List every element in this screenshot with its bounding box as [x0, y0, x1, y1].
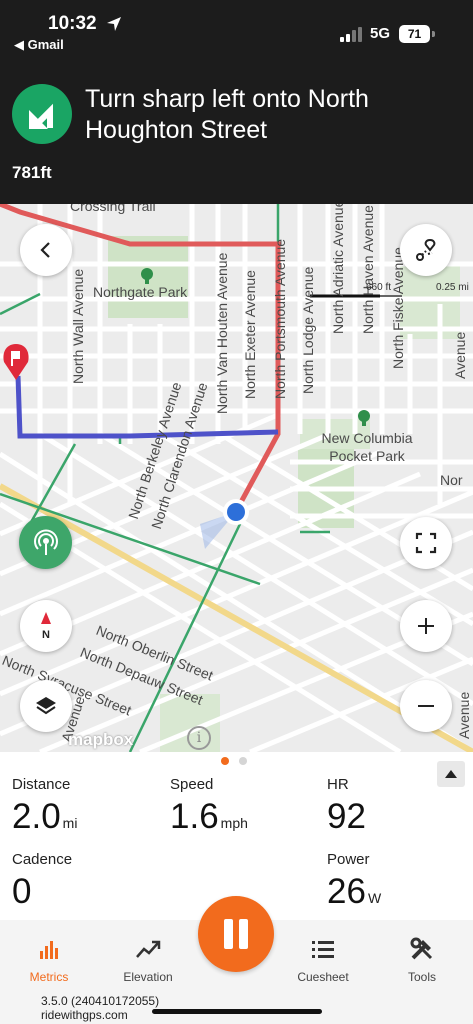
route-points-button[interactable]: [400, 224, 452, 276]
network-type: 5G: [370, 25, 391, 42]
website: ridewithgps.com: [41, 1008, 128, 1022]
metric-value: 0: [12, 872, 32, 911]
scale-feet: 660 ft: [366, 282, 392, 293]
zoom-out-button[interactable]: [400, 680, 452, 732]
home-indicator[interactable]: [152, 1009, 322, 1014]
version-number: 3.5.0 (240410172055): [41, 994, 160, 1008]
street-label: Avenue: [452, 331, 468, 379]
page-dot-active[interactable]: [221, 757, 229, 765]
layers-icon: [36, 697, 56, 715]
metric-unit: mi: [62, 815, 78, 831]
broadcast-icon: [33, 529, 58, 555]
street-label: North Van Houten Avenue: [214, 252, 230, 414]
app-version: 3.5.0 (240410172055) ridewithgps.com: [41, 994, 159, 1022]
street-label: North Fiske Avenue: [390, 247, 406, 369]
cell-signal-icon: [340, 26, 362, 42]
turn-distance: 781ft: [12, 163, 52, 182]
clock: 10:32: [48, 13, 97, 34]
tab-label: Cuesheet: [297, 970, 349, 984]
battery-tip: [432, 31, 435, 37]
footer: 3.5.0 (240410172055) ridewithgps.com: [0, 990, 473, 1024]
street-label: North Exeter Avenue: [242, 270, 258, 399]
metric-speed: Speed 1.6 mph: [170, 776, 248, 837]
metric-label: Power: [327, 851, 370, 868]
page-dot[interactable]: [239, 757, 247, 765]
street-label: North Haven Avenue: [360, 205, 376, 334]
status-bar: 10:32 ◀ Gmail 5G 71: [0, 0, 473, 56]
map-view[interactable]: Crossing Trail North Wall Avenue North V…: [0, 204, 473, 752]
metric-unit: W: [367, 890, 382, 906]
bar-chart-icon: [40, 941, 58, 959]
tab-cuesheet[interactable]: Cuesheet: [276, 920, 370, 984]
metric-value: 1.6: [170, 797, 219, 836]
metric-hr: HR 92: [327, 776, 366, 837]
fullscreen-button[interactable]: [400, 517, 452, 569]
list-icon: [312, 941, 334, 958]
park-label: Northgate Park: [93, 284, 188, 300]
map-layers-button[interactable]: [20, 680, 72, 732]
tab-label: Elevation: [123, 970, 173, 984]
trend-line-icon: [136, 940, 161, 958]
metric-value: 26: [327, 872, 366, 911]
street-label: Nor: [440, 472, 463, 488]
metric-cadence: Cadence 0: [12, 851, 72, 912]
sharp-left-turn-icon: [12, 84, 72, 144]
metric-label: Cadence: [12, 851, 73, 868]
attribution-info-icon[interactable]: i: [187, 726, 211, 750]
metric-value: 2.0: [12, 797, 61, 836]
mapbox-logo: mapbox: [68, 730, 134, 749]
tab-elevation[interactable]: Elevation: [101, 920, 195, 984]
scale-miles: 0.25 mi: [436, 282, 469, 293]
compass-button[interactable]: N: [20, 600, 72, 652]
metric-label: HR: [327, 776, 349, 793]
tools-icon: [410, 937, 433, 960]
metric-power: Power 26 W: [327, 851, 381, 912]
expand-icon: [415, 532, 437, 554]
street-label: North Wall Avenue: [70, 268, 86, 384]
start-marker-icon: [3, 344, 29, 380]
tab-tools[interactable]: Tools: [375, 920, 469, 984]
plus-icon: [418, 618, 434, 634]
pause-button[interactable]: [198, 896, 274, 972]
route-points-icon: [416, 238, 436, 261]
metric-label: Speed: [170, 776, 214, 793]
metric-unit: mph: [220, 815, 248, 831]
street-label: North Adriatic Avenue: [330, 204, 346, 334]
tab-label: Tools: [407, 970, 436, 984]
page-indicator: [221, 757, 247, 765]
street-label: North Portsmouth Avenue: [272, 238, 288, 399]
back-button[interactable]: [20, 224, 72, 276]
street-label: Avenue: [456, 691, 472, 739]
compass-label: N: [42, 629, 50, 641]
tab-metrics[interactable]: Metrics: [2, 920, 96, 984]
street-label: North Lodge Avenue: [300, 266, 316, 394]
compass-icon: N: [41, 612, 51, 641]
street-label: Crossing Trail: [70, 204, 156, 214]
live-tracking-button[interactable]: [19, 516, 72, 569]
metric-label: Distance: [12, 776, 71, 793]
location-arrow-icon: [107, 17, 121, 31]
chevron-left-icon: [40, 242, 50, 258]
park-label: New Columbia Pocket Park: [321, 430, 413, 464]
turn-instruction: Turn sharp left onto North Houghton Stre…: [85, 85, 369, 144]
zoom-in-button[interactable]: [400, 600, 452, 652]
collapse-metrics-button[interactable]: [437, 761, 465, 787]
metric-distance: Distance 2.0 mi: [12, 776, 77, 837]
back-to-app-link[interactable]: ◀ Gmail: [14, 37, 64, 53]
minus-icon: [418, 705, 434, 707]
battery-icon: 71: [399, 25, 430, 43]
tab-label: Metrics: [29, 970, 69, 984]
metric-value: 92: [327, 797, 366, 836]
turn-instruction-banner[interactable]: Turn sharp left onto North Houghton Stre…: [0, 56, 473, 204]
